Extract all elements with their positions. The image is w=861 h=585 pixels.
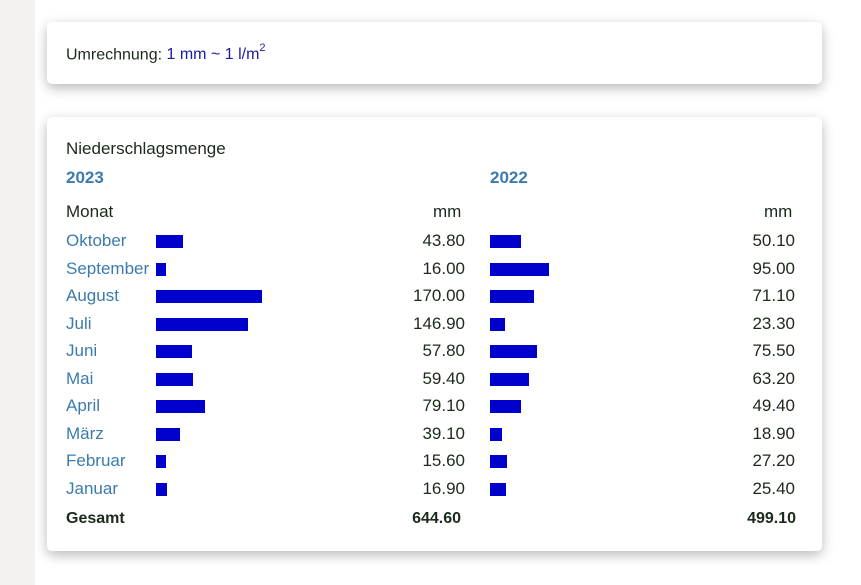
bar-2022 [490,482,506,496]
bar-2023 [156,400,205,413]
total-value-2023: 644.60 [412,510,461,527]
bar-2023 [156,235,183,248]
table-row: August 170.00 71.10 [47,286,822,313]
table-row: September 16.00 95.00 [47,259,822,286]
bar-2022 [490,345,537,358]
value-2022: 18.90 [752,423,795,443]
conversion-label: Umrechnung: [66,46,163,64]
bar-2023 [156,455,166,468]
precipitation-card: Niederschlagsmenge 2023 2022 Monat mm mm… [47,117,822,551]
value-2022: 71.10 [752,286,795,305]
conversion-card: Umrechnung: 1 mm ~ 1 l/m2 [47,22,822,84]
value-2022: 27.20 [752,451,795,470]
month-label[interactable]: September [66,259,149,279]
bar-2022 [490,400,521,413]
table-row: März 39.10 18.90 [47,424,822,451]
month-label[interactable]: Februar [66,451,126,471]
unit-header-2022: mm [764,202,793,221]
month-label[interactable]: April [66,396,100,416]
total-label: Gesamt [66,510,125,527]
value-2023: 16.90 [422,478,465,498]
table-row: Oktober 43.80 50.10 [47,231,822,258]
bar-2022 [490,317,505,331]
value-2023: 59.40 [422,368,465,388]
month-label[interactable]: Januar [66,479,118,499]
month-label[interactable]: Oktober [66,231,126,251]
value-2022: 75.50 [752,341,795,360]
conversion-superscript: 2 [259,42,266,54]
value-2022: 50.10 [752,231,795,250]
bar-2022 [490,372,529,386]
bar-2023 [156,482,167,496]
month-column-header: Monat [66,202,114,221]
bar-2022 [490,262,549,276]
bar-2023 [156,290,262,303]
value-2023: 39.10 [422,423,465,443]
value-2023: 57.80 [422,341,465,360]
year-label-2022: 2022 [490,168,528,187]
conversion-line: Umrechnung: 1 mm ~ 1 l/m2 [66,42,266,64]
bar-2022 [490,290,534,303]
value-2023: 79.10 [422,396,465,415]
table-row: Juli 146.90 23.30 [47,314,822,341]
total-value-2022: 499.10 [747,510,796,527]
value-2022: 49.40 [752,396,795,415]
value-2022: 63.20 [752,368,795,388]
value-2023: 146.90 [413,313,465,333]
bar-2023 [156,262,166,276]
bar-2023 [156,345,192,358]
conversion-value: 1 mm ~ 1 l/m2 [166,42,266,64]
bar-2023 [156,372,193,386]
value-2023: 43.80 [422,231,465,250]
month-label[interactable]: Juni [66,341,97,361]
bar-2022 [490,427,502,441]
bar-2022 [490,235,521,248]
table-row: Februar 15.60 27.20 [47,451,822,478]
value-2022: 25.40 [752,478,795,498]
value-2022: 23.30 [752,313,795,333]
value-2023: 170.00 [413,286,465,305]
table-row: Mai 59.40 63.20 [47,369,822,396]
table-row: April 79.10 49.40 [47,396,822,423]
chart-title: Niederschlagsmenge [66,139,226,158]
page-content: Umrechnung: 1 mm ~ 1 l/m2 Niederschlagsm… [35,0,861,585]
table-row: Januar 16.90 25.40 [47,479,822,506]
bar-2022 [490,455,507,468]
month-label[interactable]: März [66,424,104,444]
month-label[interactable]: August [66,286,119,306]
value-2022: 95.00 [752,258,795,278]
month-label[interactable]: Mai [66,369,93,389]
month-label[interactable]: Juli [66,314,92,334]
table-row: Juni 57.80 75.50 [47,341,822,368]
year-label-2023: 2023 [66,168,104,187]
value-2023: 15.60 [422,451,465,470]
bar-2023 [156,427,180,441]
value-2023: 16.00 [422,258,465,278]
unit-header-2023: mm [433,202,462,221]
bar-2023 [156,317,248,331]
